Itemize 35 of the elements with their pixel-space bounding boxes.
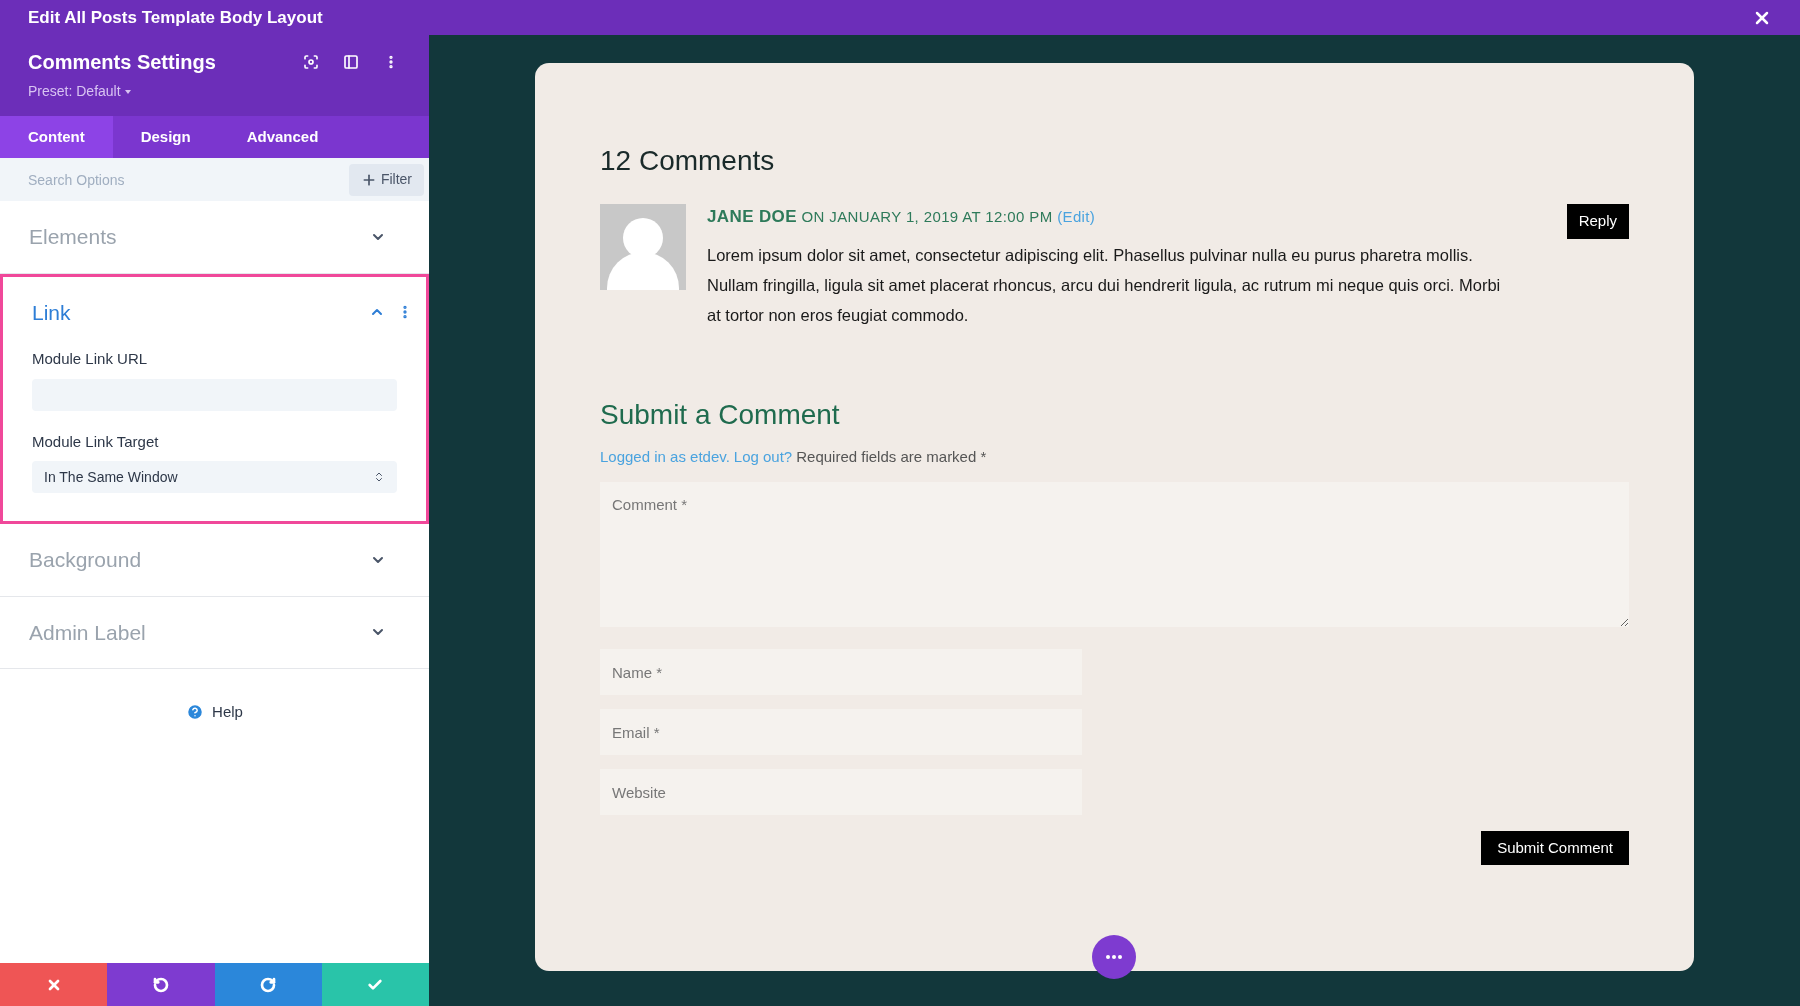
input-field[interactable]: Name * [600, 649, 1082, 695]
field-label: Module Link URL [32, 349, 149, 369]
sort-arrows-icon [373, 471, 385, 483]
comment-text: Lorem ipsum dolor sit amet, consectetur adipiscing elit. Phasellus pulvinar nulla eu purus pharetra mollis. Nullam fringilla, ligula sit amet placerat rhoncus, arcu dui hendrerit ligula, ac rutrum mi neque quis orci. Morbi at tortor non eros feugiat commodo. [707, 244, 1502, 326]
window-title: Edit All Posts Template Body Layout [28, 6, 323, 29]
tab[interactable]: Advanced [218, 116, 347, 158]
field-label: Module Link Target [32, 431, 160, 452]
undo-button[interactable] [107, 963, 215, 1006]
search-field[interactable]: Search Options [0, 158, 349, 201]
tab[interactable]: Content [0, 116, 113, 158]
submit-comment-button[interactable]: Submit Comment [1481, 831, 1629, 865]
reply-button[interactable]: Reply [1566, 204, 1629, 239]
input-field[interactable]: Website [600, 769, 1082, 815]
input-field[interactable]: Email * [600, 709, 1082, 755]
redo-icon [260, 976, 277, 993]
panel-layout-icon[interactable] [343, 54, 359, 70]
comment-meta: JANE DOE ON JANUARY 1, 2019 AT 12:00 PM (Edit) [707, 206, 1097, 228]
select-field[interactable]: In The Same Window [32, 461, 397, 493]
panel-title: Comments Settings [28, 50, 216, 75]
ellipsis-icon [1106, 955, 1122, 959]
submit-title: Submit a Comment [600, 397, 841, 432]
section-toggle[interactable]: Link [32, 296, 71, 328]
redo-button[interactable] [214, 963, 322, 1006]
preset-dropdown[interactable]: Preset: Default [28, 81, 131, 102]
tab[interactable]: Design [112, 116, 219, 158]
comment-field[interactable]: Comment * [600, 482, 1629, 627]
help-icon [186, 703, 205, 722]
undo-icon [152, 976, 169, 993]
required-note: Required fields are marked * [796, 446, 987, 467]
help-link[interactable]: Help [186, 701, 243, 724]
caret-icon [124, 89, 131, 94]
select-value: In The Same Window [44, 467, 178, 487]
comments-title: 12 Comments [600, 144, 776, 178]
filter-button[interactable]: Filter [348, 163, 424, 196]
focus-icon[interactable] [303, 54, 319, 70]
